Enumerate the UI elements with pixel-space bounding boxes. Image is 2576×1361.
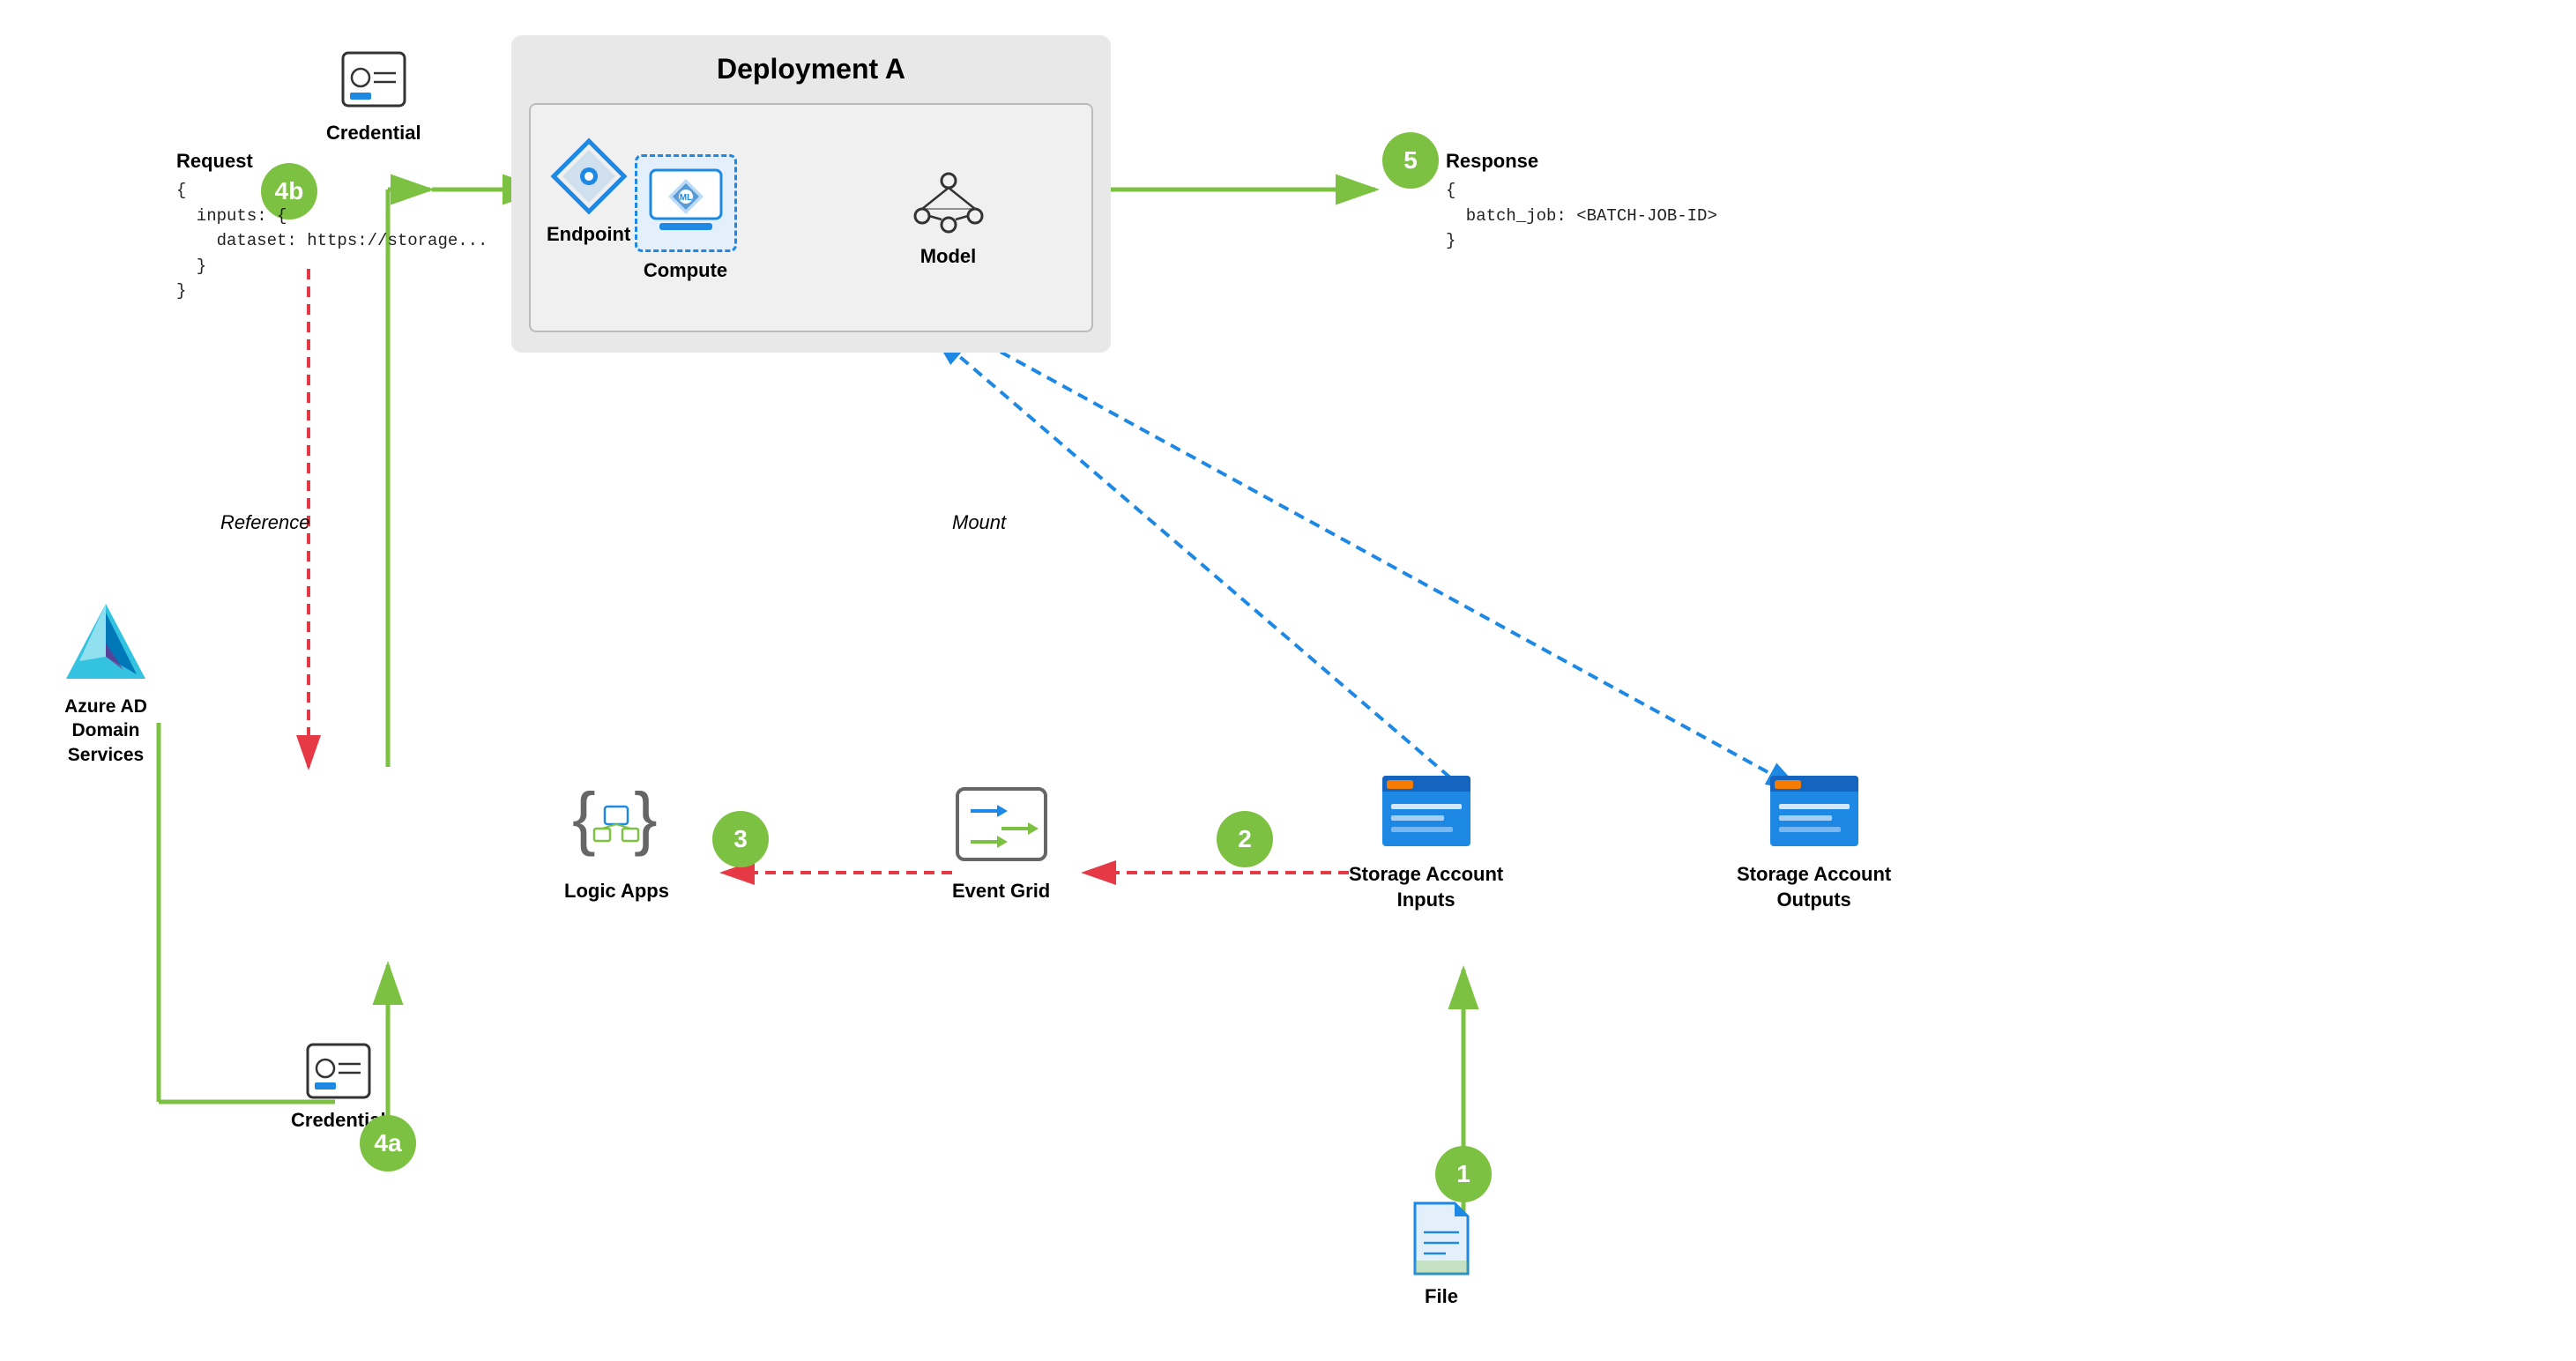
badge-2: 2 [1217,811,1273,867]
svg-text:}: } [634,778,658,857]
file-container: File [1406,1199,1477,1308]
credential-bottom-container: Credential [291,1040,386,1132]
badge-5: 5 [1382,132,1439,189]
logic-apps-icon: { } [568,776,665,873]
model-label: Model [920,245,977,268]
credential-top-icon [339,44,409,115]
deployment-title: Deployment A [529,53,1093,86]
request-block: Request { inputs: { dataset: https://sto… [176,150,488,304]
endpoint-icon [549,137,629,216]
request-body: { inputs: { dataset: https://storage... … [176,178,488,304]
endpoint-container: Endpoint [547,137,630,246]
storage-outputs-container: Storage AccountOutputs [1737,758,1891,912]
reference-label: Reference [220,511,310,534]
storage-inputs-icon [1378,758,1475,855]
storage-outputs-label: Storage AccountOutputs [1737,862,1891,912]
compute-icon: ML [646,166,726,236]
logic-apps-container: { } Logic Apps [564,776,669,903]
response-block: Response { batch_job: <BATCH-JOB-ID> } [1446,150,1717,254]
badge-4a: 4a [360,1115,416,1171]
compute-label: Compute [644,259,727,282]
svg-text:{: { [572,778,596,857]
event-grid-icon [953,776,1050,873]
event-grid-label: Event Grid [952,880,1050,903]
response-body: { batch_job: <BATCH-JOB-ID> } [1446,178,1717,254]
logic-apps-label: Logic Apps [564,880,669,903]
file-label: File [1425,1285,1458,1308]
mount-label: Mount [952,511,1006,534]
response-title: Response [1446,150,1717,173]
storage-inputs-container: Storage AccountInputs [1349,758,1503,912]
storage-inputs-label: Storage AccountInputs [1349,862,1503,912]
svg-text:ML: ML [679,193,691,203]
endpoint-label: Endpoint [547,223,630,246]
azure-ad-icon [62,599,150,688]
credential-bottom-icon [303,1040,374,1102]
request-title: Request [176,150,488,173]
event-grid-container: Event Grid [952,776,1050,903]
badge-3: 3 [712,811,769,867]
azure-ad-container: Azure AD DomainServices [35,599,176,767]
file-icon [1406,1199,1477,1278]
credential-top-label: Credential [326,122,421,145]
azure-ad-label: Azure AD DomainServices [35,695,176,767]
badge-1: 1 [1435,1146,1492,1202]
diagram-container: Deployment A ML [0,0,2576,1361]
credential-top-container: Credential [326,44,421,145]
storage-outputs-icon [1766,758,1863,855]
model-icon [909,167,988,238]
